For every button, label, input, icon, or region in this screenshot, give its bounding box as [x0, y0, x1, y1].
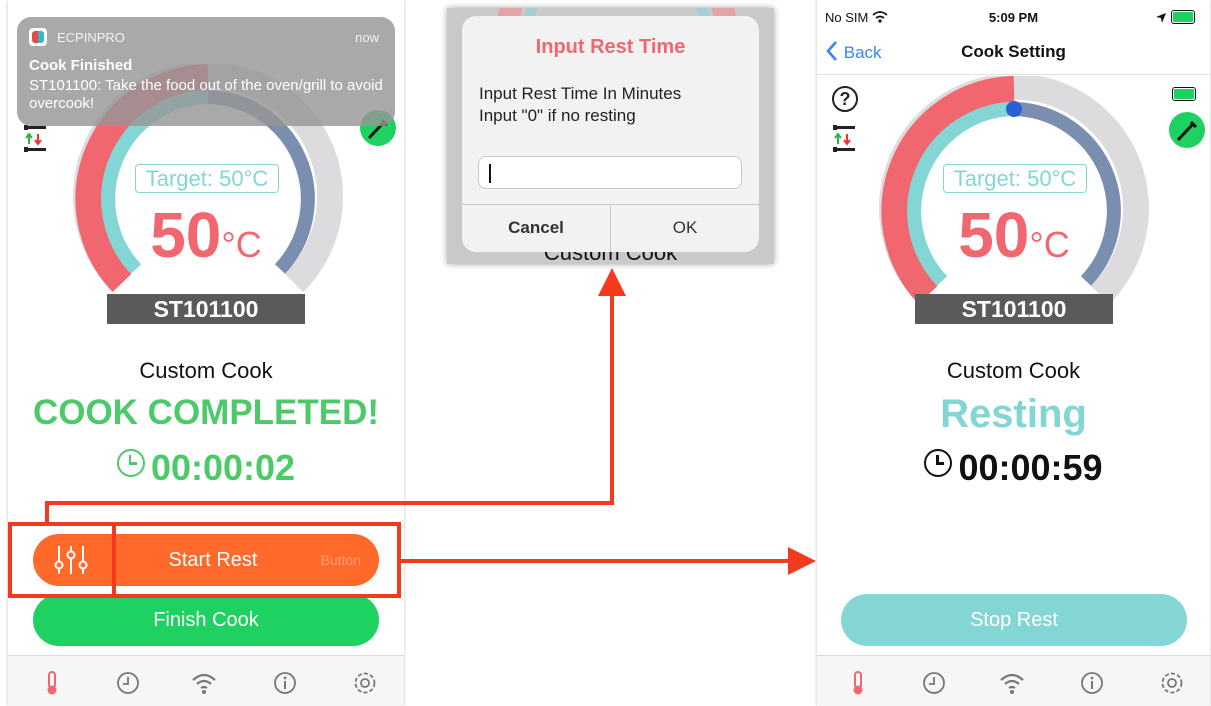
- arrow-to-dialog-head: [598, 268, 626, 296]
- annotation-arrows: [45, 268, 816, 575]
- arrow-to-resting-head: [788, 547, 816, 575]
- arrow-to-dialog-line: [45, 295, 614, 524]
